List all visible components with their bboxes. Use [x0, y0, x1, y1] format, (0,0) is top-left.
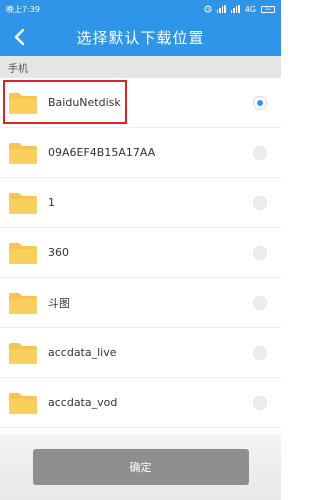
highlight-box [3, 80, 127, 124]
folder-icon [9, 242, 37, 264]
app-bar: 选择默认下载位置 [0, 18, 281, 56]
signal-icon-secondary [230, 5, 240, 13]
folder-name: accdata_live [48, 346, 117, 359]
signal-icon [216, 5, 226, 13]
alarm-icon [204, 5, 212, 13]
folder-name: 斗图 [48, 296, 70, 310]
folder-item[interactable]: accdata_vod [0, 378, 281, 428]
status-time: 晚上7:39 [6, 4, 40, 14]
radio-button[interactable] [253, 95, 267, 110]
folder-icon [9, 342, 37, 364]
bottom-bar: 确定 [0, 434, 281, 500]
radio-button[interactable] [253, 145, 267, 160]
folder-name: accdata_vod [48, 396, 118, 409]
folder-icon [9, 192, 37, 214]
folder-name: 360 [48, 246, 69, 259]
section-header: 手机 [0, 56, 281, 78]
folder-list: BaiduNetdisk 09A6EF4B15A17AA 1 360 斗图 ac… [0, 78, 281, 434]
battery-level: 32 [264, 5, 272, 12]
radio-button[interactable] [253, 195, 267, 210]
radio-button[interactable] [253, 295, 267, 310]
battery-icon: 32 [261, 5, 275, 13]
folder-item[interactable]: 斗图 [0, 278, 281, 328]
folder-item[interactable]: BaiduNetdisk [0, 78, 281, 128]
back-button[interactable] [8, 26, 30, 48]
confirm-label: 确定 [129, 461, 152, 474]
chevron-left-icon [14, 28, 25, 46]
page-title: 选择默认下载位置 [76, 28, 205, 47]
section-label: 手机 [8, 63, 28, 75]
network-type: 4G [244, 4, 256, 14]
folder-icon [9, 292, 37, 314]
radio-button[interactable] [253, 395, 267, 410]
folder-item[interactable]: 09A6EF4B15A17AA [0, 128, 281, 178]
radio-button[interactable] [253, 345, 267, 360]
radio-button[interactable] [253, 245, 267, 260]
status-bar: 晚上7:39 4G 32 [0, 0, 281, 18]
folder-item[interactable]: 360 [0, 228, 281, 278]
folder-icon [9, 142, 37, 164]
folder-name: 09A6EF4B15A17AA [48, 146, 156, 159]
confirm-button[interactable]: 确定 [32, 449, 249, 485]
folder-icon [9, 392, 37, 414]
folder-item[interactable]: 1 [0, 178, 281, 228]
status-icons: 4G 32 [204, 5, 275, 14]
folder-item[interactable]: accdata_live [0, 328, 281, 378]
folder-name: 1 [48, 196, 55, 209]
